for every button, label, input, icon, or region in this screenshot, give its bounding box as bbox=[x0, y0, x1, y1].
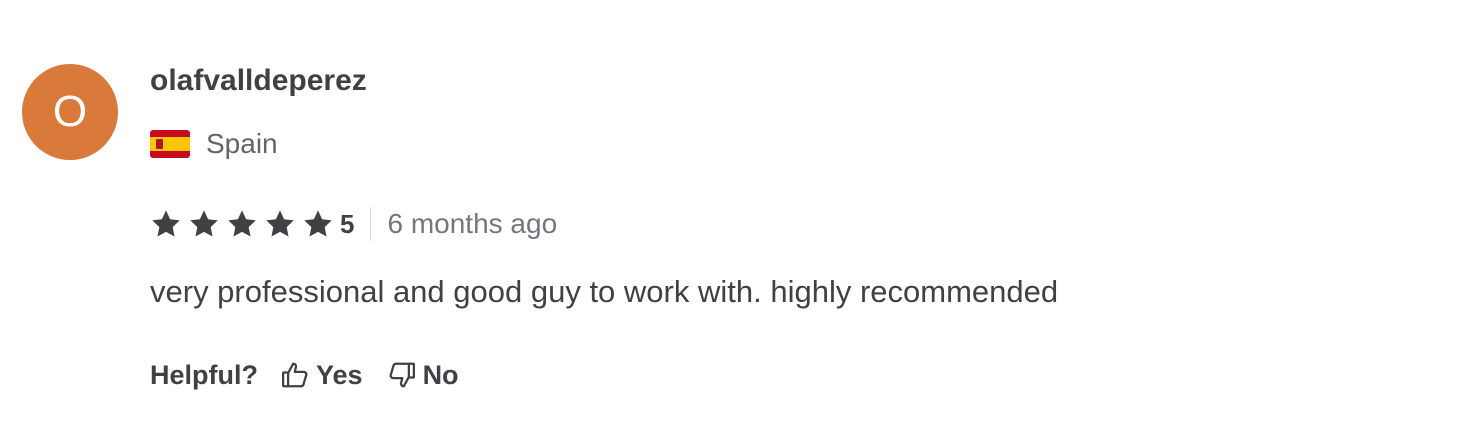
helpful-yes-button[interactable]: Yes bbox=[280, 360, 363, 391]
star-icon bbox=[302, 208, 334, 240]
review-time: 6 months ago bbox=[387, 208, 558, 239]
rating-row: 5 6 months ago bbox=[150, 206, 557, 242]
helpful-label: Helpful? bbox=[150, 359, 258, 390]
country-row: Spain bbox=[150, 126, 278, 162]
star-rating bbox=[150, 208, 340, 240]
username[interactable]: olafvalldeperez bbox=[150, 64, 367, 98]
star-icon bbox=[264, 208, 296, 240]
thumbs-up-icon bbox=[280, 360, 310, 390]
star-icon bbox=[188, 208, 220, 240]
avatar[interactable]: O bbox=[22, 64, 118, 160]
helpful-no-button[interactable]: No bbox=[387, 360, 459, 391]
country-name: Spain bbox=[206, 128, 278, 159]
review-card: O olafvalldeperez Spain 5 6 months ago v… bbox=[0, 0, 1474, 430]
divider bbox=[370, 207, 372, 241]
helpful-row: Helpful? Yes No bbox=[150, 356, 459, 394]
rating-value: 5 bbox=[340, 208, 355, 239]
star-icon bbox=[226, 208, 258, 240]
star-icon bbox=[150, 208, 182, 240]
thumbs-down-icon bbox=[387, 360, 417, 390]
yes-label: Yes bbox=[316, 359, 363, 390]
spain-flag-icon bbox=[150, 130, 190, 158]
review-text: very professional and good guy to work w… bbox=[150, 274, 1059, 309]
no-label: No bbox=[422, 359, 459, 390]
